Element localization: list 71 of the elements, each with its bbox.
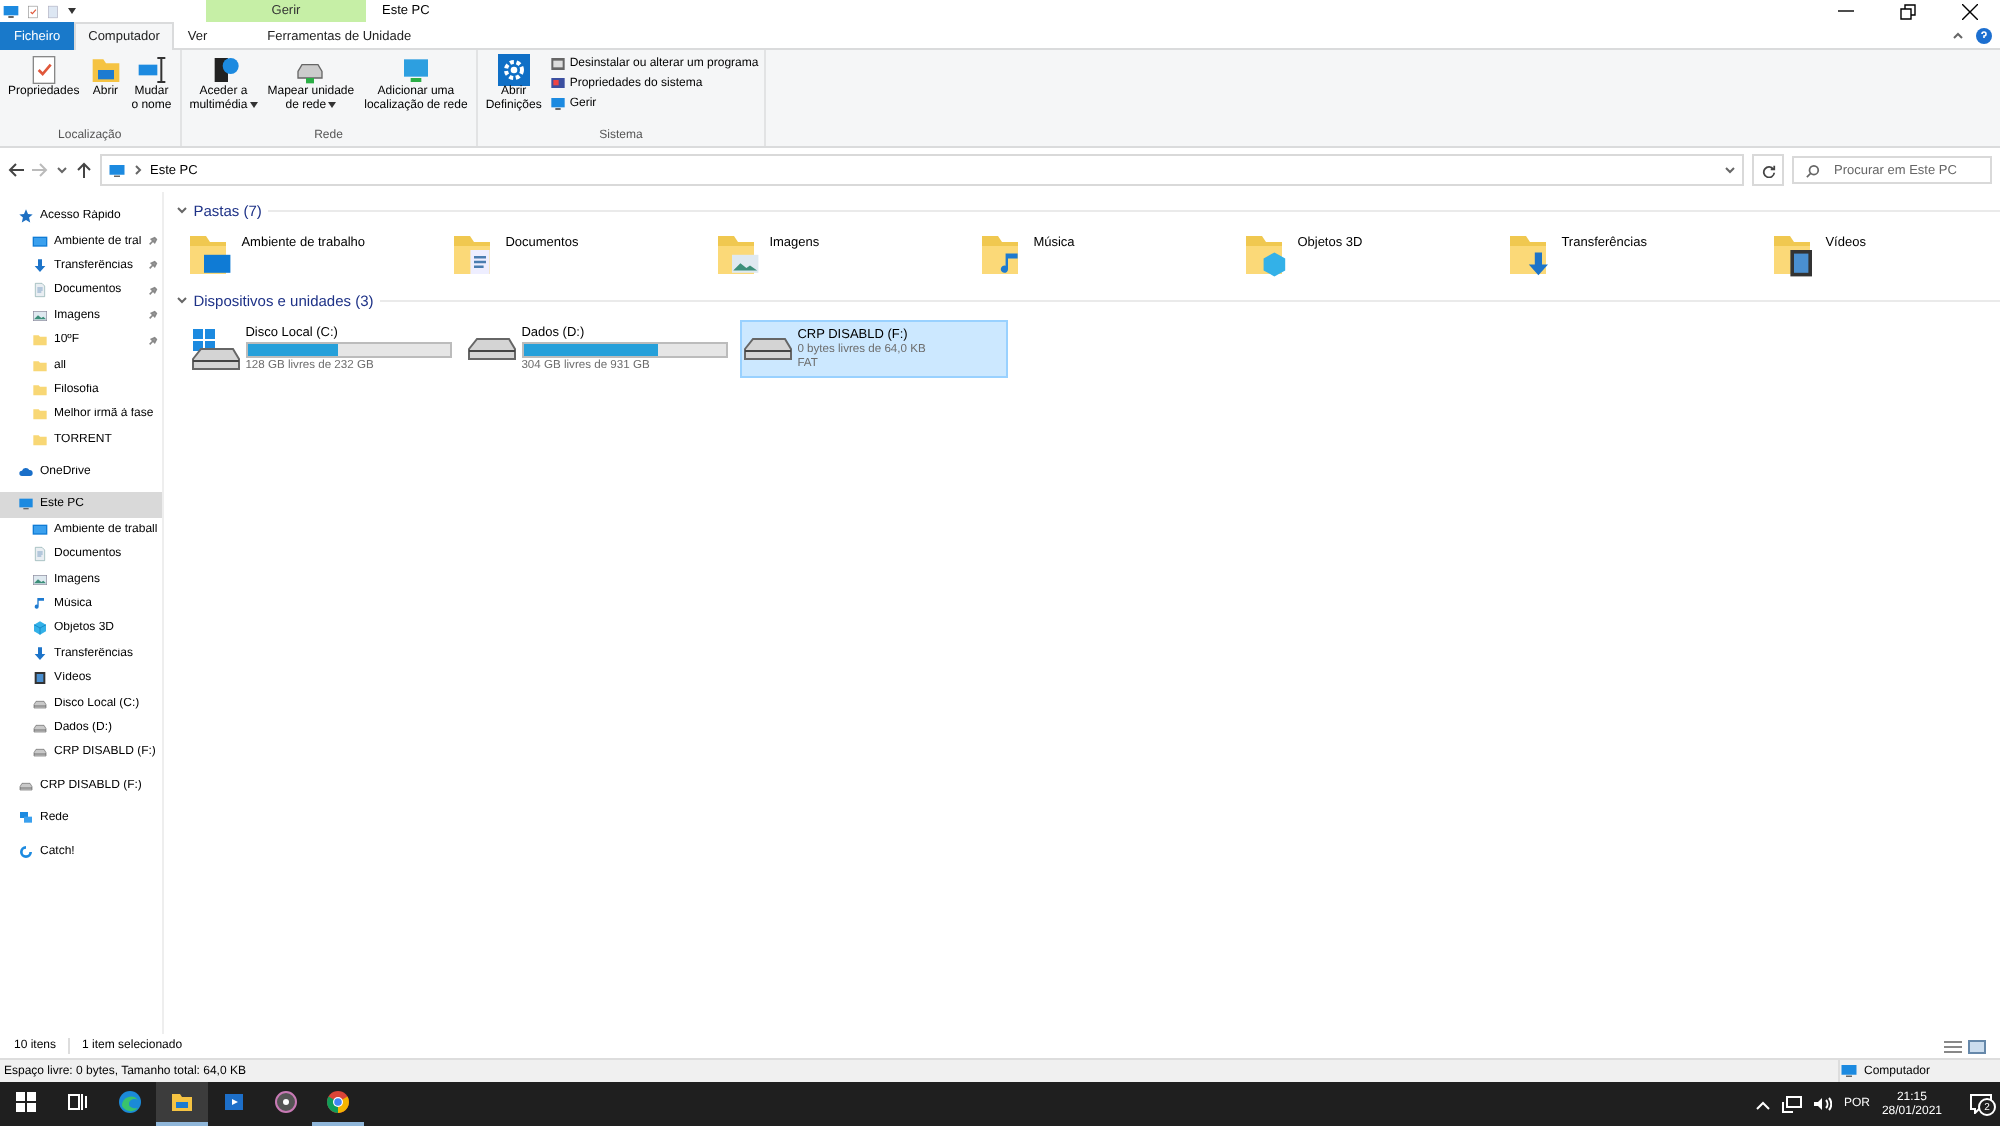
notification-icon[interactable] bbox=[1970, 1094, 1992, 1114]
download-arrow-icon bbox=[32, 257, 48, 274]
media-player-icon bbox=[222, 1090, 246, 1114]
drive-icon bbox=[32, 744, 48, 761]
drive-icon bbox=[743, 338, 792, 360]
pictures-icon bbox=[32, 571, 48, 588]
drive-icon bbox=[32, 695, 48, 712]
rename-icon bbox=[135, 54, 168, 86]
network-icon bbox=[18, 810, 34, 827]
chevron-icon[interactable] bbox=[175, 204, 188, 216]
download-arrow-icon bbox=[32, 645, 48, 662]
monitor-icon bbox=[1840, 1062, 1858, 1080]
desktop-folder-icon bbox=[32, 233, 48, 250]
sync-icon bbox=[18, 843, 34, 860]
checklist-icon[interactable] bbox=[26, 3, 40, 19]
network-location-icon bbox=[399, 54, 432, 86]
minimize-icon bbox=[1837, 10, 1853, 12]
pin-icon[interactable] bbox=[147, 310, 158, 321]
edge-icon bbox=[118, 1090, 142, 1114]
disc-icon bbox=[274, 1090, 298, 1114]
drive-icon bbox=[467, 338, 516, 360]
tiles-view-icon[interactable] bbox=[1968, 1039, 1986, 1053]
details-view-icon[interactable] bbox=[1944, 1039, 1962, 1053]
caret-icon bbox=[68, 8, 76, 14]
chevron-icon[interactable] bbox=[132, 164, 144, 176]
chevron-up-icon[interactable] bbox=[1755, 1099, 1770, 1109]
chevron-icon[interactable] bbox=[56, 164, 68, 176]
windows-logo-icon bbox=[16, 1092, 36, 1112]
folder-icon bbox=[187, 230, 236, 278]
refresh-icon bbox=[1761, 163, 1775, 177]
folder-icon bbox=[170, 1090, 194, 1114]
desktop-folder-icon bbox=[32, 521, 48, 538]
monitor-icon bbox=[108, 161, 126, 179]
volume-icon[interactable] bbox=[1813, 1096, 1832, 1112]
computer-management-icon bbox=[549, 95, 566, 111]
chevron-icon[interactable] bbox=[1724, 164, 1736, 176]
folder-icon bbox=[89, 54, 122, 86]
chevron-icon[interactable] bbox=[175, 294, 188, 306]
folder-icon bbox=[715, 230, 764, 278]
monitor-icon bbox=[18, 496, 34, 513]
chrome-icon bbox=[326, 1090, 350, 1114]
restore-icon bbox=[1899, 3, 1915, 19]
system-properties-icon bbox=[549, 75, 566, 91]
film-icon bbox=[32, 670, 48, 687]
drive-icon bbox=[18, 777, 34, 794]
network-icon[interactable] bbox=[1781, 1095, 1802, 1113]
drive-icon bbox=[32, 720, 48, 736]
up-arrow-icon[interactable] bbox=[76, 162, 92, 178]
music-note-icon bbox=[32, 596, 48, 613]
pin-icon[interactable] bbox=[147, 260, 158, 271]
chevron-icon[interactable] bbox=[1952, 29, 1964, 41]
back-arrow-icon[interactable] bbox=[8, 162, 24, 178]
task-view-icon bbox=[68, 1094, 88, 1110]
refresh-button[interactable] bbox=[1752, 154, 1784, 186]
help-icon[interactable] bbox=[1976, 27, 1992, 43]
pin-icon[interactable] bbox=[147, 285, 158, 296]
caret-icon bbox=[249, 101, 258, 108]
pin-icon[interactable] bbox=[147, 236, 158, 247]
document-icon bbox=[32, 282, 48, 299]
document-icon bbox=[32, 546, 48, 563]
taskbar-app[interactable] bbox=[156, 1082, 208, 1126]
pin-icon[interactable] bbox=[147, 335, 158, 346]
cube-icon bbox=[32, 620, 48, 637]
cloud-icon bbox=[18, 464, 34, 481]
program-icon bbox=[549, 55, 566, 71]
monitor-icon[interactable] bbox=[2, 3, 20, 19]
pictures-icon bbox=[32, 307, 48, 324]
star-icon bbox=[18, 208, 34, 225]
system-drive-icon bbox=[191, 328, 240, 370]
caret-icon bbox=[328, 101, 337, 108]
close-icon bbox=[1961, 3, 1977, 19]
